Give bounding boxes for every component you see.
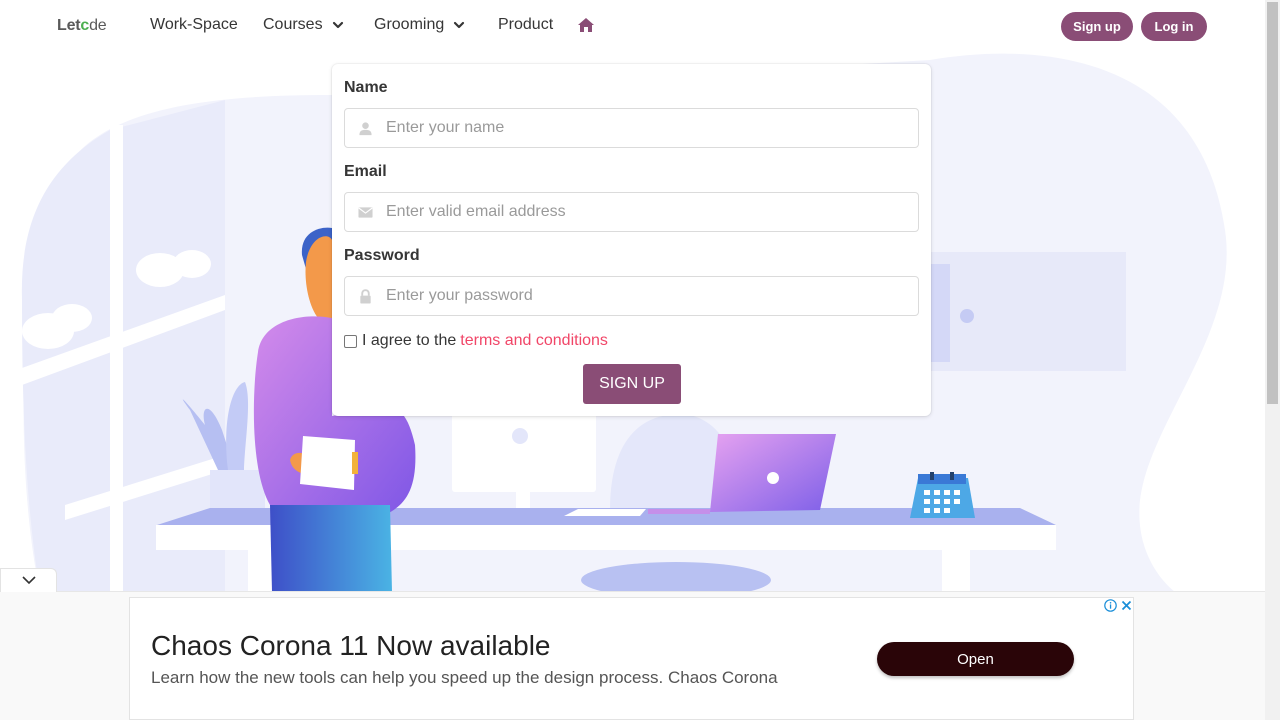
email-input[interactable] [385,203,918,221]
terms-link[interactable]: terms and conditions [460,332,608,350]
ad-collapse-button[interactable] [0,568,57,592]
nav-item-label: Grooming [374,16,445,33]
nav-item-courses[interactable]: Courses [263,16,344,34]
user-icon [345,109,385,147]
ad-title: Chaos Corona 11 Now available [151,630,551,661]
logo-text-1: Let [57,17,81,34]
logo-text-3: de [89,17,107,34]
chevron-down-icon [454,21,465,29]
signup-nav-button[interactable]: Sign up [1061,12,1133,41]
login-nav-button[interactable]: Log in [1141,12,1207,41]
ad-open-button[interactable]: Open [877,642,1074,676]
envelope-icon [345,193,385,231]
page: Letcde Work-Space Courses Grooming Produ… [0,0,1280,720]
password-input[interactable] [385,287,918,305]
vertical-scrollbar[interactable] [1265,0,1280,720]
name-field[interactable] [344,108,919,148]
email-label: Email [344,163,387,180]
nav-item-grooming[interactable]: Grooming [374,16,465,34]
letcode-logo[interactable]: Letcde [57,17,107,35]
terms-checkbox[interactable] [344,334,357,348]
chevron-down-icon [21,576,36,585]
email-field[interactable] [344,192,919,232]
agree-text: I agree to the [362,332,457,349]
nav-item-product[interactable]: Product [498,16,553,34]
info-icon[interactable] [1104,599,1117,612]
logo-text-2: c [80,17,90,34]
signup-submit-button[interactable]: SIGN UP [583,364,681,404]
lock-icon [345,277,385,315]
navbar: Letcde Work-Space Courses Grooming Produ… [0,0,1265,52]
ad-description: Learn how the new tools can help you spe… [151,668,778,687]
scrollbar-thumb[interactable] [1267,2,1278,404]
signup-form-card: Name Email Password I agree to the terms… [332,64,931,416]
nav-item-label: Courses [263,16,323,33]
home-icon[interactable] [577,17,595,33]
chevron-down-icon [332,21,343,29]
nav-item-label: Product [498,16,554,33]
close-icon[interactable] [1120,599,1133,612]
name-input[interactable] [385,119,918,137]
name-label: Name [344,79,388,96]
terms-agreement: I agree to the terms and conditions [344,332,608,350]
nav-item-label: Work-Space [150,16,238,33]
password-field[interactable] [344,276,919,316]
nav-item-workspace[interactable]: Work-Space [150,16,238,34]
ad-banner[interactable]: Chaos Corona 11 Now available Learn how … [129,597,1134,720]
password-label: Password [344,247,420,264]
